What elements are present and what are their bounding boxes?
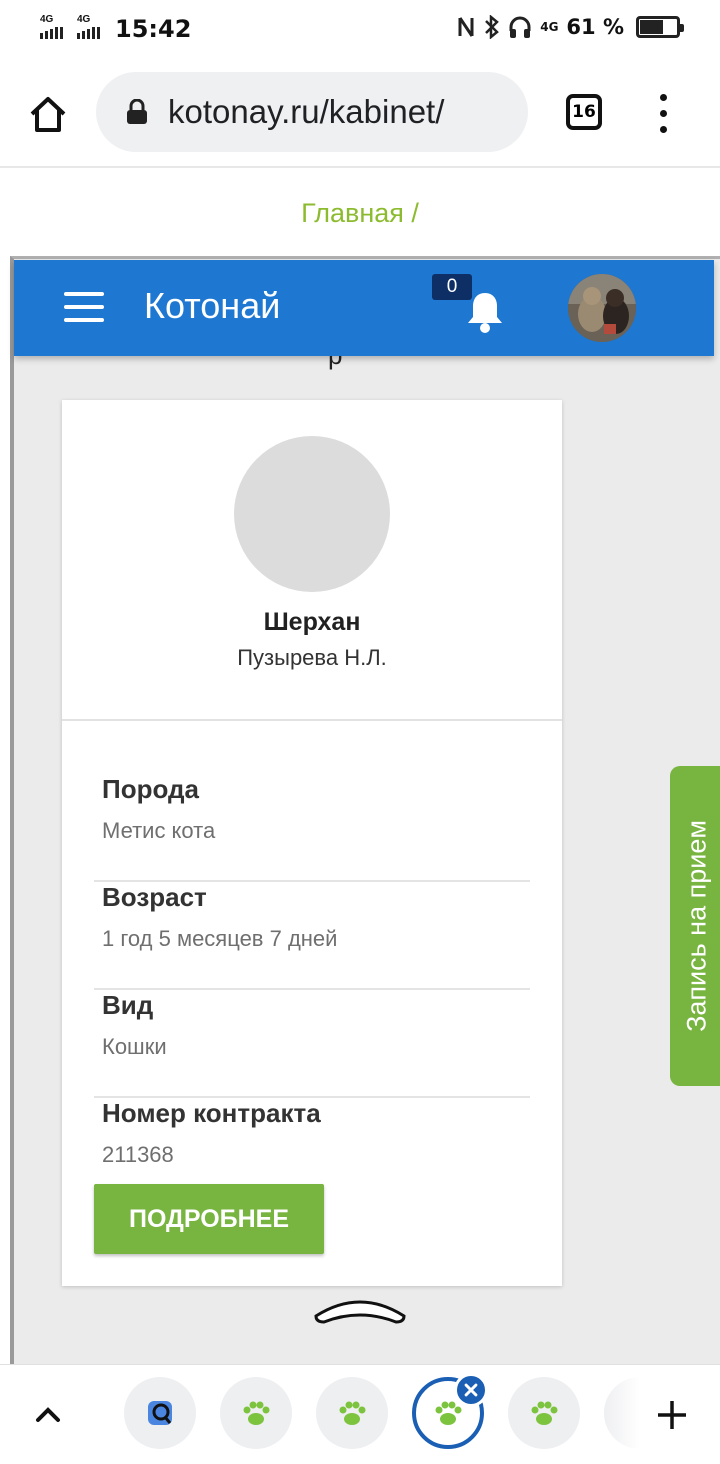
address-bar[interactable]: kotonay.ru/kabinet/ — [96, 72, 528, 152]
chevron-up-icon[interactable] — [30, 1397, 66, 1433]
tab-thumb-partial[interactable] — [604, 1377, 640, 1449]
tab-switcher-button[interactable]: 16 — [566, 94, 602, 130]
signal-strength-icon — [40, 27, 63, 39]
field-species: Вид Кошки — [94, 990, 530, 1098]
paw-icon — [243, 1401, 270, 1425]
breadcrumb[interactable]: Главная / — [0, 170, 720, 256]
search-app-icon — [148, 1401, 172, 1425]
field-label: Номер контракта — [102, 1098, 321, 1128]
close-tab-icon[interactable] — [454, 1373, 488, 1407]
clock: 15:42 — [115, 15, 192, 43]
home-icon — [30, 97, 66, 132]
network-type-label: 4G — [540, 20, 559, 34]
signal-strength-icon — [77, 27, 100, 39]
field-contract-number: Номер контракта 211368 — [94, 1098, 530, 1178]
tab-strip — [0, 1364, 720, 1464]
nfc-icon — [458, 17, 474, 37]
field-label: Возраст — [102, 882, 207, 912]
field-breed: Порода Метис кота — [94, 774, 530, 882]
headphones-icon — [509, 16, 531, 38]
battery-icon — [636, 16, 684, 38]
browser-toolbar: kotonay.ru/kabinet/ 16 — [0, 58, 720, 168]
field-label: Порода — [102, 774, 199, 804]
app-title[interactable]: Котонай — [144, 285, 280, 327]
paw-icon — [531, 1401, 558, 1425]
bluetooth-icon — [485, 15, 500, 39]
hamburger-menu-icon[interactable] — [64, 292, 104, 324]
pet-photo-placeholder — [234, 436, 390, 592]
url-text: kotonay.ru/kabinet/ — [168, 93, 445, 130]
card-divider — [62, 719, 562, 721]
pet-card: Шерхан Пузырева Н.Л. Порода Метис кота В… — [62, 400, 562, 1286]
appointment-tab[interactable]: Запись на прием — [670, 766, 720, 1086]
field-value: Метис кота — [102, 818, 216, 843]
battery-percent: 61 % — [566, 15, 624, 39]
field-label: Вид — [102, 990, 154, 1020]
tab-thumb-paw[interactable] — [220, 1377, 292, 1449]
tab-thumb-paw[interactable] — [316, 1377, 388, 1449]
tab-thumb-search[interactable] — [124, 1377, 196, 1449]
user-avatar[interactable] — [568, 274, 636, 342]
status-icons: 4G 61 % — [458, 15, 684, 39]
field-value: 1 год 5 месяцев 7 дней — [102, 926, 338, 951]
paw-icon — [339, 1401, 366, 1425]
details-button[interactable]: ПОДРОБНЕЕ — [94, 1184, 324, 1254]
new-tab-plus-icon[interactable] — [652, 1395, 692, 1435]
signal-label-1: 4G — [40, 14, 54, 25]
status-bar: 4G 4G 15:42 4G 61 % — [0, 0, 720, 58]
signal-label-2: 4G — [77, 14, 91, 25]
pet-name: Шерхан — [263, 608, 361, 636]
appointment-tab-label: Запись на прием — [681, 820, 712, 1032]
field-value: Кошки — [102, 1034, 167, 1059]
notification-count-badge: 0 — [432, 274, 472, 300]
tab-thumb-paw[interactable] — [508, 1377, 580, 1449]
collapse-chevron-icon[interactable] — [312, 1292, 408, 1326]
field-value: 211368 — [102, 1142, 174, 1167]
home-button[interactable] — [22, 88, 74, 140]
app-header: Котонай 0 — [14, 260, 714, 356]
browser-menu-button[interactable] — [652, 94, 674, 134]
lock-icon — [127, 99, 147, 124]
avatar-photo — [568, 274, 636, 342]
field-age: Возраст 1 год 5 месяцев 7 дней — [94, 882, 530, 990]
pet-owner: Пузырева Н.Л. — [237, 645, 387, 670]
